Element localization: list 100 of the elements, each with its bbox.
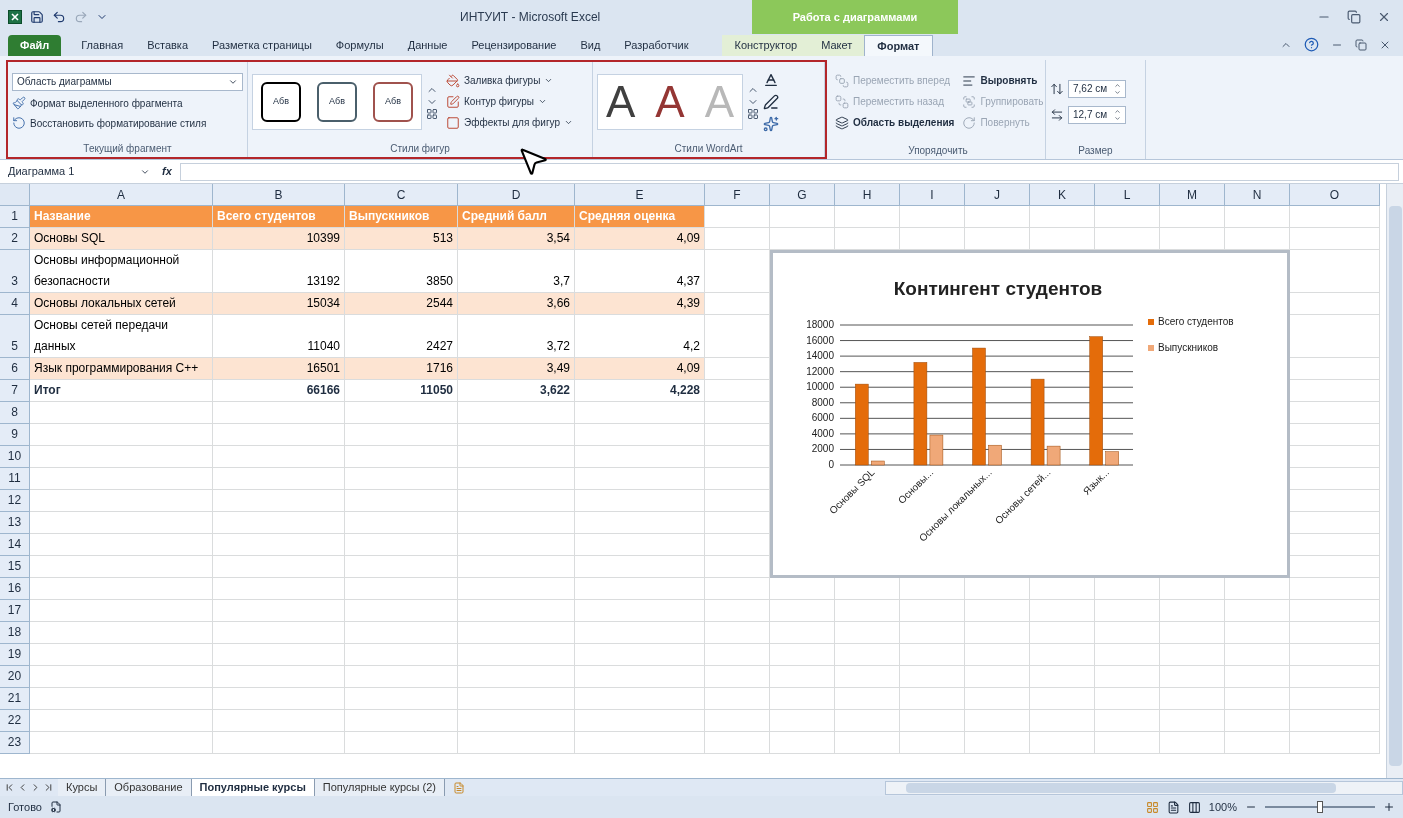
grid-cell[interactable] — [575, 622, 705, 644]
grid-cell[interactable] — [458, 556, 575, 578]
grid-cell[interactable] — [1290, 600, 1380, 622]
row-header[interactable]: 1 — [0, 206, 30, 228]
grid-cell[interactable] — [835, 206, 900, 228]
shape-style-sample[interactable]: Абв — [261, 81, 301, 122]
grid-cell[interactable] — [458, 402, 575, 424]
grid-cell[interactable] — [345, 688, 458, 710]
ribbon-command[interactable]: Контур фигуры — [446, 94, 573, 109]
ribbon-tab[interactable]: Макет — [809, 35, 865, 56]
macro-icon[interactable] — [49, 801, 62, 813]
grid-cell[interactable] — [458, 446, 575, 468]
grid-cell[interactable] — [965, 710, 1030, 732]
row-header[interactable]: 13 — [0, 512, 30, 534]
grid-cell[interactable] — [705, 622, 770, 644]
zoom-level[interactable]: 100% — [1208, 798, 1237, 816]
grid-cell[interactable] — [900, 206, 965, 228]
ribbon-tab[interactable]: Разметка страницы — [200, 35, 324, 56]
row-header[interactable]: 23 — [0, 732, 30, 754]
grid-cell[interactable] — [900, 600, 965, 622]
row-header[interactable]: 9 — [0, 424, 30, 446]
column-header[interactable]: N — [1225, 184, 1290, 206]
grid-cell[interactable] — [1160, 710, 1225, 732]
grid-cell[interactable] — [1160, 688, 1225, 710]
formula-input[interactable] — [179, 162, 1399, 181]
grid-cell[interactable] — [1095, 622, 1160, 644]
grid-cell[interactable] — [30, 578, 213, 600]
column-header[interactable]: F — [705, 184, 770, 206]
row-header[interactable]: 16 — [0, 578, 30, 600]
ribbon-tab[interactable]: Конструктор — [722, 35, 810, 56]
grid-cell[interactable] — [965, 206, 1030, 228]
height-field[interactable]: 7,62 см — [1068, 79, 1126, 98]
grid-cell[interactable] — [575, 490, 705, 512]
grid-cell[interactable] — [458, 666, 575, 688]
ribbon-command[interactable]: Восстановить форматирование стиля — [12, 115, 243, 131]
ribbon-command[interactable]: Область выделения — [835, 115, 955, 130]
grid-cell[interactable] — [213, 534, 345, 556]
wordart-sample[interactable]: A — [606, 79, 636, 124]
grid-cell[interactable] — [1160, 622, 1225, 644]
gallery-more-icon[interactable] — [426, 107, 438, 120]
redo-icon[interactable] — [74, 10, 88, 24]
row-header[interactable]: 15 — [0, 556, 30, 578]
grid-cell[interactable] — [1225, 732, 1290, 754]
grid-cell[interactable] — [345, 732, 458, 754]
grid-cell[interactable] — [213, 402, 345, 424]
wordart-sample[interactable]: A — [655, 79, 685, 124]
grid-cell[interactable] — [213, 468, 345, 490]
text-effects-icon[interactable] — [763, 115, 780, 132]
grid-cell[interactable] — [458, 732, 575, 754]
grid-cell[interactable] — [575, 644, 705, 666]
grid-cell[interactable] — [1030, 644, 1095, 666]
grid-cell[interactable] — [1160, 600, 1225, 622]
grid-cell[interactable] — [835, 732, 900, 754]
grid-cell[interactable] — [1095, 600, 1160, 622]
grid-cell[interactable] — [458, 490, 575, 512]
ribbon-command[interactable]: Выровнять — [962, 73, 1044, 88]
column-header[interactable]: K — [1030, 184, 1095, 206]
grid-cell[interactable] — [30, 446, 213, 468]
row-header[interactable]: 3 — [0, 250, 30, 293]
row-header[interactable]: 7 — [0, 380, 30, 402]
grid-cell[interactable] — [345, 512, 458, 534]
sheet-tab[interactable]: Образование — [106, 779, 192, 796]
help-icon[interactable] — [1304, 37, 1319, 52]
grid-cell[interactable] — [345, 534, 458, 556]
grid-cell[interactable] — [575, 512, 705, 534]
row-header[interactable]: 12 — [0, 490, 30, 512]
ribbon-command[interactable]: Формат выделенного фрагмента — [12, 95, 243, 111]
grid-cell[interactable] — [1030, 622, 1095, 644]
grid-cell[interactable] — [575, 688, 705, 710]
grid-cell[interactable] — [705, 732, 770, 754]
grid-cell[interactable] — [965, 732, 1030, 754]
column-header[interactable]: G — [770, 184, 835, 206]
ribbon-tab[interactable]: Рецензирование — [459, 35, 569, 56]
grid-cell[interactable] — [345, 424, 458, 446]
ribbon-tab[interactable]: Главная — [69, 35, 136, 56]
grid-cell[interactable] — [213, 600, 345, 622]
grid-cell[interactable] — [458, 424, 575, 446]
shape-style-sample[interactable]: Абв — [317, 81, 357, 122]
grid-cell[interactable] — [1290, 732, 1380, 754]
ribbon-command[interactable]: Эффекты для фигур — [446, 115, 573, 130]
last-sheet-icon[interactable] — [43, 782, 54, 793]
column-header[interactable]: L — [1095, 184, 1160, 206]
grid-cell[interactable] — [1030, 666, 1095, 688]
restore-workbook-icon[interactable] — [1355, 38, 1367, 51]
grid-cell[interactable] — [30, 622, 213, 644]
grid-cell[interactable] — [575, 424, 705, 446]
grid-cell[interactable] — [1095, 732, 1160, 754]
grid-cell[interactable] — [900, 688, 965, 710]
grid-cell[interactable] — [458, 512, 575, 534]
restore-icon[interactable] — [1347, 10, 1361, 24]
grid-cell[interactable] — [1095, 710, 1160, 732]
grid-cell[interactable] — [835, 622, 900, 644]
grid-cell[interactable] — [213, 688, 345, 710]
grid-cell[interactable] — [30, 732, 213, 754]
grid-cell[interactable] — [1225, 666, 1290, 688]
ribbon-tab[interactable]: Вид — [568, 35, 613, 56]
row-header[interactable]: 21 — [0, 688, 30, 710]
grid-cell[interactable] — [458, 644, 575, 666]
grid-cell[interactable] — [345, 600, 458, 622]
grid-cell[interactable] — [345, 490, 458, 512]
